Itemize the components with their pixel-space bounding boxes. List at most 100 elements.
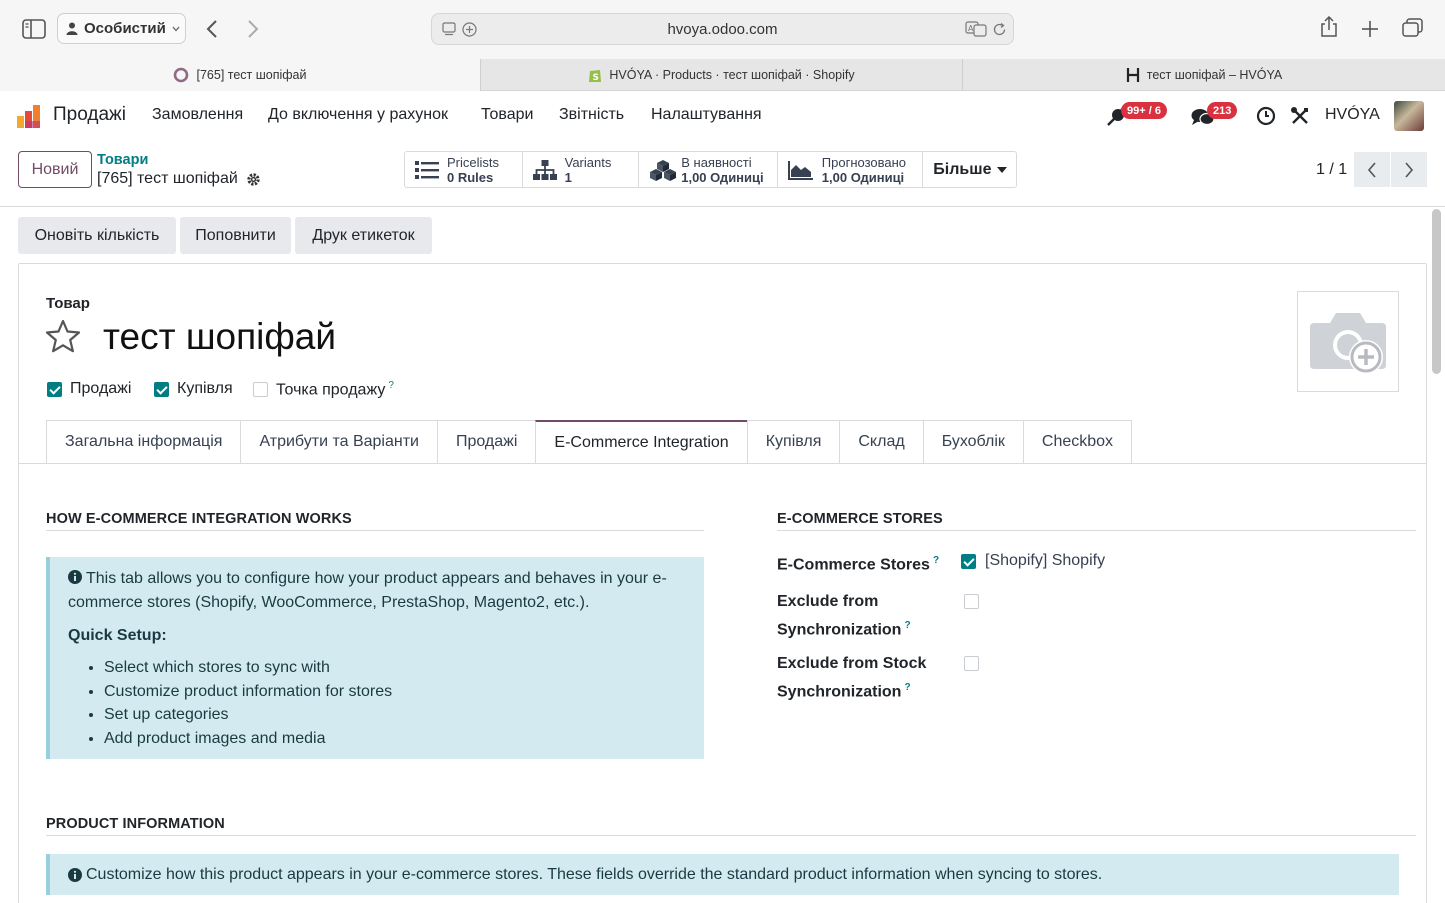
activity-badge: 99+ / 6: [1121, 102, 1167, 119]
store-name: [Shopify] Shopify: [985, 552, 1106, 569]
list-item: Customize product information for stores: [104, 680, 686, 704]
chevron-down-icon: [172, 26, 180, 32]
tab-general-info[interactable]: Загальна інформація: [46, 420, 241, 464]
tab-attributes-variants[interactable]: Атрибути та Варіанти: [240, 420, 437, 464]
person-icon: [66, 22, 78, 35]
more-button[interactable]: Більше: [923, 152, 1016, 187]
menu-reporting[interactable]: Звітність: [559, 106, 624, 124]
label-line: Synchronization: [777, 621, 902, 639]
menu-to-invoice[interactable]: До включення у рахунок: [268, 106, 448, 124]
tools-icon[interactable]: [1290, 106, 1310, 126]
pager-next-button[interactable]: [1391, 152, 1427, 187]
odoo-favicon-icon: [173, 67, 189, 83]
list-item: Select which stores to sync with: [104, 656, 686, 680]
pager-previous-button[interactable]: [1354, 152, 1390, 187]
on-hand-smart-button[interactable]: В наявності 1,00 Одиниці: [639, 152, 778, 187]
menu-products[interactable]: Товари: [481, 106, 533, 124]
tab-overview-icon[interactable]: [1402, 18, 1424, 38]
avatar[interactable]: [1394, 101, 1424, 131]
flag-purchase[interactable]: Купівля: [154, 380, 233, 398]
gear-icon[interactable]: [246, 172, 261, 187]
more-label: Більше: [933, 161, 992, 178]
translate-icon[interactable]: A: [965, 21, 987, 37]
browser-tab-hvoya[interactable]: тест шопіфай – HVÓYA: [963, 59, 1445, 91]
stores-value[interactable]: [Shopify] Shopify: [961, 549, 1105, 573]
address-bar[interactable]: hvoya.odoo.com A: [431, 13, 1014, 45]
reload-icon[interactable]: [992, 22, 1007, 37]
setup-steps-list: Select which stores to sync with Customi…: [68, 656, 686, 751]
variants-smart-button[interactable]: Variants 1: [523, 152, 640, 187]
replenish-button[interactable]: Поповнити: [180, 217, 291, 254]
list-item: Add product images and media: [104, 727, 686, 751]
quick-setup-heading: Quick Setup:: [68, 627, 167, 644]
pager-value[interactable]: 1 / 1: [1316, 161, 1347, 179]
flag-label: Продажі: [70, 380, 132, 397]
flag-sales[interactable]: Продажі: [47, 380, 131, 398]
print-labels-button[interactable]: Друк етикеток: [295, 217, 432, 254]
image-upload[interactable]: [1297, 291, 1399, 392]
help-tooltip[interactable]: ?: [904, 682, 910, 693]
tab-purchase[interactable]: Купівля: [746, 420, 840, 464]
help-tooltip[interactable]: ?: [388, 380, 394, 391]
tab-accounting[interactable]: Бухоблік: [922, 420, 1023, 464]
breadcrumb-parent[interactable]: Товари: [97, 152, 148, 168]
area-chart-icon: [787, 160, 814, 180]
exclude-stock-checkbox[interactable]: [964, 656, 979, 671]
product-info-note: Customize how this product appears in yo…: [86, 865, 1103, 883]
forward-arrow-icon[interactable]: [247, 20, 259, 38]
smart-value: 0 Rules: [447, 169, 494, 185]
menu-orders[interactable]: Замовлення: [152, 106, 243, 124]
tab-sales[interactable]: Продажі: [436, 420, 536, 464]
intro-text: This tab allows you to configure how you…: [68, 570, 667, 611]
new-button[interactable]: Новий: [18, 151, 92, 188]
exclude-stock-label: Exclude from Stock Synchronization?: [777, 652, 926, 704]
new-tab-icon[interactable]: [1361, 20, 1379, 38]
flag-pos[interactable]: Точка продажу?: [253, 380, 394, 399]
browser-tab-odoo[interactable]: [765] тест шопіфай: [0, 59, 481, 91]
browser-tab-strip: [765] тест шопіфай S HVÓYA · Products · …: [0, 59, 1445, 91]
browser-tab-shopify[interactable]: S HVÓYA · Products · тест шопіфай · Shop…: [481, 59, 963, 91]
reader-icon[interactable]: [442, 22, 456, 36]
control-panel-divider: [0, 206, 1445, 207]
share-icon[interactable]: [1320, 16, 1338, 38]
smart-label: Variants: [564, 154, 612, 170]
browser-tab-title: [765] тест шопіфай: [196, 68, 307, 82]
product-name-field[interactable]: тест шопіфай: [103, 316, 336, 358]
apps-logo-icon[interactable]: [16, 103, 42, 129]
smart-label: Прогнозовано: [821, 154, 907, 170]
tabs-baseline: [19, 463, 1426, 464]
shopify-store-checkbox[interactable]: [961, 553, 976, 569]
messages-badge: 213: [1207, 102, 1238, 119]
add-icon[interactable]: [462, 22, 477, 37]
stores-label-text: E-Commerce Stores: [777, 556, 930, 574]
favorite-star-icon[interactable]: [45, 319, 81, 353]
tab-checkbox[interactable]: Checkbox: [1022, 420, 1133, 464]
flag-label: Купівля: [177, 380, 233, 397]
scrollbar[interactable]: [1432, 209, 1441, 374]
profile-selector[interactable]: Особистий: [57, 13, 186, 44]
menu-configuration[interactable]: Налаштування: [651, 106, 762, 124]
sales-checkbox[interactable]: [47, 381, 62, 397]
help-tooltip[interactable]: ?: [933, 555, 939, 566]
flag-label: Точка продажу: [276, 381, 386, 399]
clock-icon[interactable]: [1256, 106, 1276, 126]
app-name[interactable]: Продажі: [53, 104, 126, 126]
sidebar-toggle-icon[interactable]: [22, 19, 46, 39]
smart-value: 1,00 Одиниці: [821, 169, 905, 185]
smart-value: 1,00 Одиниці: [681, 169, 764, 185]
pos-checkbox[interactable]: [253, 382, 268, 398]
exclude-sync-checkbox[interactable]: [964, 594, 979, 609]
help-tooltip[interactable]: ?: [904, 620, 910, 631]
company-name[interactable]: HVÓYA: [1325, 106, 1380, 124]
product-type-label: Товар: [46, 295, 90, 312]
tab-ecommerce-integration[interactable]: E-Commerce Integration: [535, 420, 747, 464]
pricelists-smart-button[interactable]: Pricelists 0 Rules: [405, 152, 523, 187]
forecasted-smart-button[interactable]: Прогнозовано 1,00 Одиниці: [778, 152, 924, 187]
back-arrow-icon[interactable]: [206, 20, 218, 38]
info-icon: [68, 867, 82, 882]
tab-inventory[interactable]: Склад: [839, 420, 923, 464]
purchase-checkbox[interactable]: [154, 381, 169, 397]
label-line: Synchronization: [777, 683, 902, 701]
svg-text:A: A: [968, 24, 974, 33]
update-quantity-button[interactable]: Оновіть кількість: [18, 217, 176, 254]
